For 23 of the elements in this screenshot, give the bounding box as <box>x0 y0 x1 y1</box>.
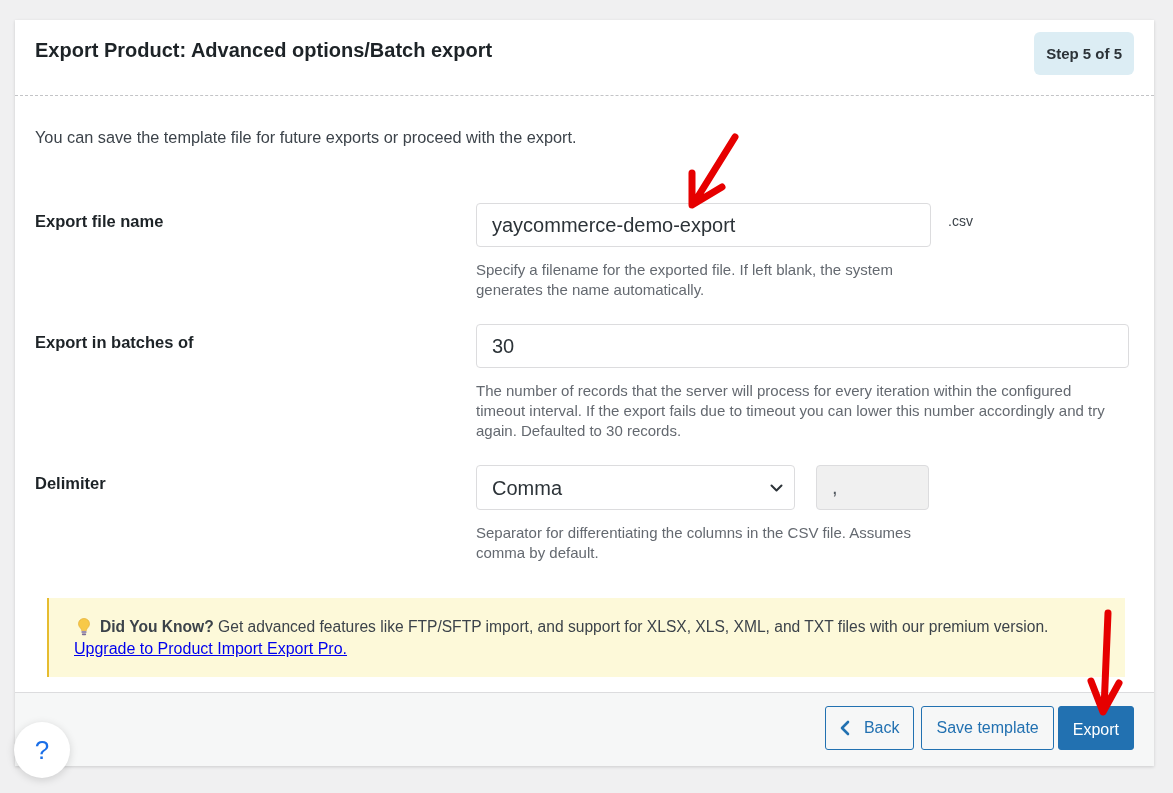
delimiter-select[interactable]: Comma <box>476 465 795 510</box>
export-button[interactable]: Export <box>1057 706 1134 750</box>
help-text: Separator for differentiating the columns in the CSV file. Assumes comma by default. <box>476 523 912 563</box>
field-label: Export in batches of <box>35 332 195 352</box>
intro-text: You can save the template file for future exports or proceed with the export. <box>35 127 578 147</box>
help-button[interactable]: ? <box>14 722 70 778</box>
step-indicator: Step 5 of 5 <box>1034 32 1134 75</box>
tip-text: Did You Know? Get advanced features like FTP/SFTP import, and support for XLSX, XLS, XML, and TXT files with our premium version. <box>100 617 1049 637</box>
panel-title: Export Product: Advanced options/Batch export <box>35 38 493 62</box>
back-button[interactable]: Back <box>824 706 915 750</box>
batch-size-input[interactable]: 30 <box>476 324 1129 368</box>
chevron-down-icon <box>770 484 783 492</box>
save-template-button[interactable]: Save template <box>921 706 1054 750</box>
file-extension: .csv <box>948 212 973 231</box>
delimiter-character-field: , <box>816 465 929 510</box>
upgrade-link[interactable]: Upgrade to Product Import Export Pro. <box>74 640 347 657</box>
help-text: Specify a filename for the exported file. If left blank, the system generates the name automatically. <box>476 260 894 300</box>
field-label: Export file name <box>35 211 165 231</box>
chevron-left-icon <box>839 720 850 736</box>
filename-input[interactable]: yaycommerce-demo-export <box>476 203 931 247</box>
field-label: Delimiter <box>35 473 107 493</box>
help-text: The number of records that the server will process for every iteration within the configured timeout interval. If the export fails due to timeout you can lower this number accordingly and try again. Defaulted to 30 records. <box>476 381 1106 441</box>
lightbulb-icon <box>78 618 90 636</box>
